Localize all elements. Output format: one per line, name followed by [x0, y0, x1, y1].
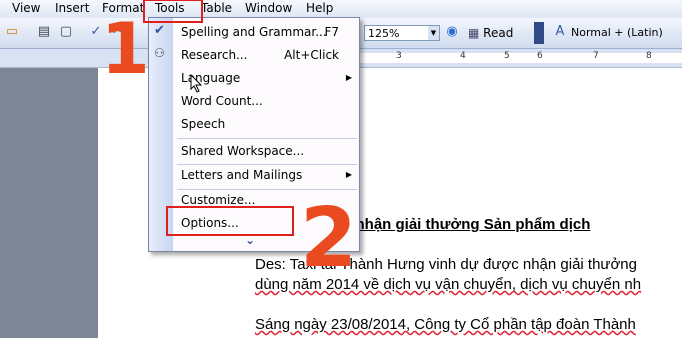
book-icon: ▦ [468, 26, 480, 40]
submenu-arrow-icon: ▶ [345, 170, 352, 179]
menu-item-shared-workspace[interactable]: Shared Workspace... [173, 140, 359, 162]
menu-item-spelling[interactable]: Spelling and Grammar... F7 [173, 21, 359, 43]
chevron-down-icon: ▼ [428, 26, 439, 40]
ruler-mark: 8 [646, 51, 652, 61]
menu-separator [177, 138, 357, 139]
ruler-mark: 4 [460, 51, 466, 61]
menu-item-letters-mailings[interactable]: Letters and Mailings ▶ [173, 164, 359, 186]
options-highlight-box [166, 206, 294, 236]
toolbar-grip-icon[interactable] [534, 22, 544, 44]
print-preview-icon[interactable]: ▢ [58, 24, 74, 40]
read-label: Read [483, 26, 514, 40]
menu-window[interactable]: Window [245, 1, 292, 15]
style-value: Normal + (Latin) [571, 26, 663, 39]
ruler-mark: 7 [593, 51, 599, 61]
help-icon[interactable]: ◉ [444, 24, 460, 40]
spelling-check-icon: ✔ [154, 23, 165, 38]
read-button[interactable]: ▦ Read [468, 24, 513, 42]
menu-help[interactable]: Help [306, 1, 333, 15]
step-number-2: 2 [300, 191, 358, 286]
zoom-select[interactable]: 125% ▼ [364, 25, 440, 41]
open-icon[interactable]: ▭ [4, 24, 20, 40]
menu-view[interactable]: View [12, 1, 40, 15]
ruler-mark: 5 [504, 51, 510, 61]
menu-item-research[interactable]: Research... Alt+Click [173, 44, 359, 66]
menu-table[interactable]: Table [201, 1, 232, 15]
print-icon[interactable]: ▤ [36, 24, 52, 40]
mouse-cursor-icon [190, 74, 203, 93]
ruler-mark: 6 [537, 51, 543, 61]
research-binoculars-icon: ⚇ [154, 46, 165, 60]
style-select[interactable]: Normal + (Latin) [568, 25, 682, 41]
zoom-value: 125% [368, 27, 400, 40]
step-number-1: 1 [101, 8, 150, 90]
styles-icon[interactable]: A [552, 24, 568, 40]
ruler-mark: 3 [396, 51, 402, 61]
document-line: Sáng ngày 23/08/2014, Công ty Cổ phần tậ… [255, 316, 636, 333]
tools-highlight-box [143, 0, 203, 23]
submenu-arrow-icon: ▶ [345, 73, 352, 82]
menu-insert[interactable]: Insert [55, 1, 89, 15]
menu-item-speech[interactable]: Speech [173, 113, 359, 135]
